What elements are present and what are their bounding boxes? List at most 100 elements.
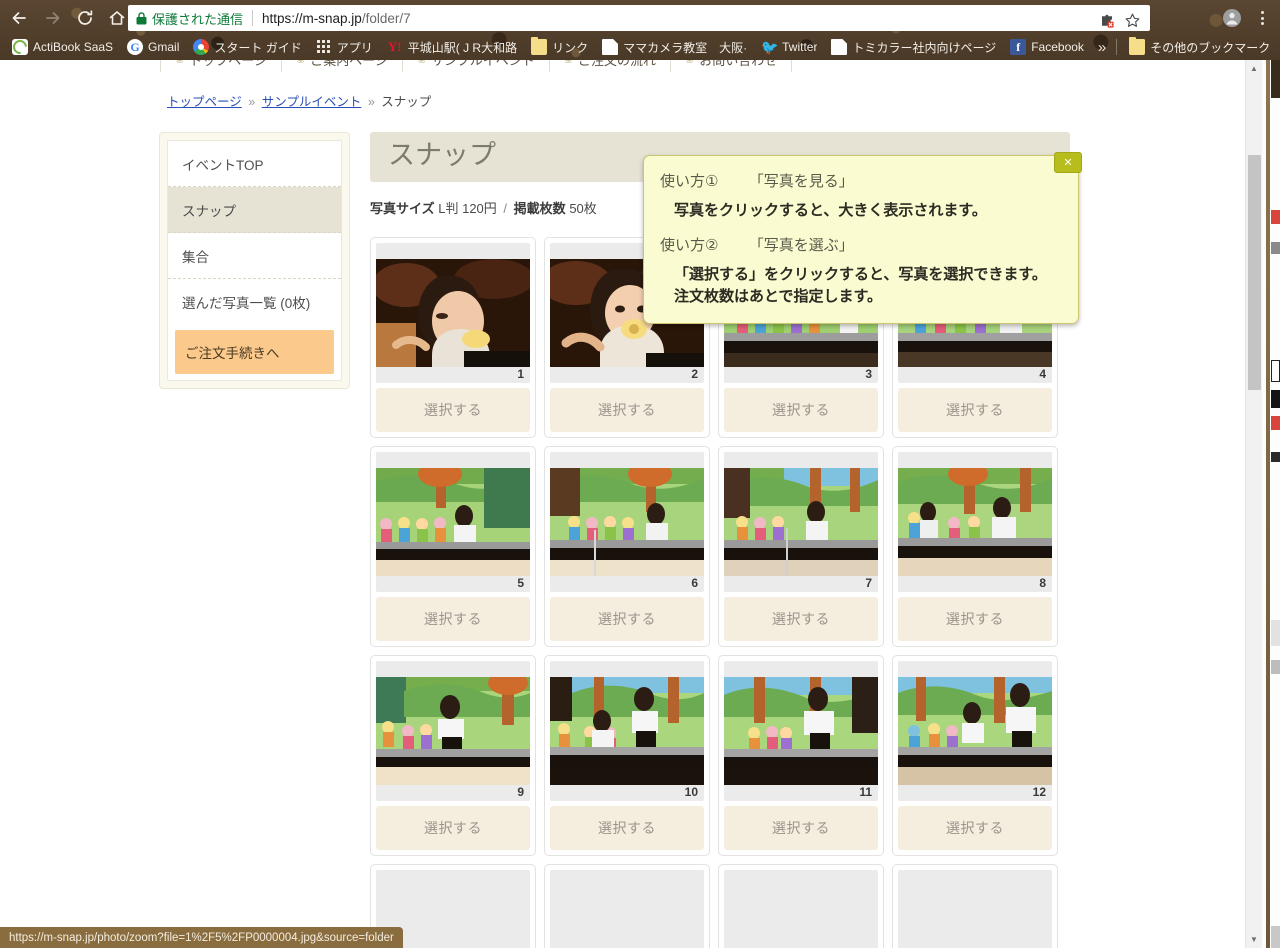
photo-thumbnail-wrap[interactable] <box>550 870 704 948</box>
other-bookmarks-button[interactable]: その他のブックマーク <box>1123 36 1276 58</box>
scrollbar-thumb[interactable] <box>1248 155 1261 390</box>
photo-thumbnail-wrap[interactable]: 7 <box>724 452 878 593</box>
close-icon[interactable]: ✕ <box>1054 152 1082 173</box>
topnav-label: お問い合わせ <box>699 60 778 68</box>
photo-thumbnail-wrap[interactable]: 8 <box>898 452 1052 593</box>
photo-thumbnail-wrap[interactable]: 6 <box>550 452 704 593</box>
reload-icon[interactable] <box>73 6 97 30</box>
bookmark-link[interactable]: リンク <box>525 36 594 58</box>
photo-number: 11 <box>859 785 872 800</box>
topnav-item-0[interactable]: ❀ トップページ <box>160 60 282 72</box>
url-path: /folder/7 <box>361 10 411 26</box>
page-viewport: ❀ トップページ ❀ ご案内ページ ❀ サンプルイベント ❀ ご注文の流れ ❀ <box>0 60 1262 948</box>
photo-number: 2 <box>691 367 698 382</box>
sidebar-item-group[interactable]: 集合 <box>168 233 341 279</box>
topnav-item-4[interactable]: ❀ お問い合わせ <box>671 60 793 72</box>
page-scrollbar[interactable]: ▲ ▼ <box>1245 60 1262 948</box>
bookmark-start-guide[interactable]: スタート ガイド <box>187 36 307 58</box>
photo-thumbnail[interactable] <box>898 677 1052 786</box>
bookmark-tomicolor-internal[interactable]: トミカラー社内向けページ <box>825 36 1002 58</box>
topnav-item-2[interactable]: ❀ サンプルイベント <box>403 60 550 72</box>
site-global-nav: ❀ トップページ ❀ ご案内ページ ❀ サンプルイベント ❀ ご注文の流れ ❀ <box>0 60 1262 72</box>
tooltip-section2-heading: 使い方② 「写真を選ぶ」 <box>660 234 1062 255</box>
select-photo-button[interactable]: 選択する <box>898 597 1052 642</box>
sidebar-item-selected-photos[interactable]: 選んだ写真一覧 (0枚) <box>168 279 341 324</box>
photo-thumbnail[interactable] <box>376 259 530 368</box>
select-photo-button[interactable]: 選択する <box>724 806 878 851</box>
select-photo-button[interactable]: 選択する <box>550 597 704 642</box>
photo-thumbnail-wrap[interactable] <box>898 870 1052 948</box>
sidebar-item-event-top[interactable]: イベントTOP <box>168 141 341 187</box>
select-photo-button[interactable]: 選択する <box>376 388 530 433</box>
photo-thumbnail[interactable] <box>376 677 530 786</box>
sidebar-item-snap[interactable]: スナップ <box>168 187 341 233</box>
select-photo-button[interactable]: 選択する <box>550 806 704 851</box>
photo-number: 10 <box>684 785 698 800</box>
select-photo-button[interactable]: 選択する <box>724 388 878 433</box>
select-photo-button[interactable]: 選択する <box>898 806 1052 851</box>
photo-card[interactable] <box>718 864 884 948</box>
photo-thumbnail-wrap[interactable]: 10 <box>550 661 704 802</box>
actibook-icon <box>12 39 28 55</box>
photo-thumbnail-wrap[interactable] <box>724 870 878 948</box>
extension-puzzle-icon[interactable] <box>1099 12 1116 31</box>
photo-card[interactable]: 6 選択する <box>544 446 710 648</box>
scroll-down-arrow-icon[interactable]: ▼ <box>1246 931 1262 948</box>
profile-avatar-icon[interactable] <box>1220 6 1244 30</box>
select-photo-button[interactable]: 選択する <box>376 806 530 851</box>
bookmark-actibook-saas[interactable]: ActiBook SaaS <box>6 36 119 58</box>
photo-card[interactable]: 12 選択する <box>892 655 1058 857</box>
select-photo-button[interactable]: 選択する <box>550 388 704 433</box>
photo-thumbnail[interactable] <box>724 677 878 786</box>
forward-arrow-icon <box>41 6 65 30</box>
bookmark-twitter[interactable]: 🐦 Twitter <box>755 36 823 58</box>
bookmark-gmail[interactable]: G Gmail <box>121 36 185 58</box>
address-bar[interactable]: 保護された通信 https://m-snap.jp/folder/7 <box>128 5 1150 31</box>
bookmark-label: アプリ <box>336 40 373 55</box>
folder-icon <box>531 37 548 55</box>
photo-thumbnail[interactable] <box>724 468 878 577</box>
topnav-item-3[interactable]: ❀ ご注文の流れ <box>550 60 672 72</box>
photo-card[interactable]: 1 選択する <box>370 237 536 439</box>
photo-card[interactable]: 10 選択する <box>544 655 710 857</box>
photo-card[interactable]: 8 選択する <box>892 446 1058 648</box>
scroll-up-arrow-icon[interactable]: ▲ <box>1246 60 1262 77</box>
photo-thumbnail[interactable] <box>898 468 1052 577</box>
photo-card[interactable]: 9 選択する <box>370 655 536 857</box>
photo-card[interactable] <box>892 864 1058 948</box>
photo-thumbnail-wrap[interactable]: 9 <box>376 661 530 802</box>
bookmark-narayama-station[interactable]: Y! 平城山駅( J R大和路 <box>381 36 523 58</box>
photo-card[interactable] <box>544 864 710 948</box>
bookmark-label: 平城山駅( J R大和路 <box>407 40 518 55</box>
bookmark-star-icon[interactable] <box>1124 12 1141 31</box>
home-icon[interactable] <box>105 6 129 30</box>
background-window-sliver[interactable] <box>1262 60 1280 948</box>
photo-thumbnail[interactable] <box>376 468 530 577</box>
photo-number: 7 <box>865 576 872 591</box>
photo-thumbnail-wrap[interactable]: 5 <box>376 452 530 593</box>
breadcrumb-link-top[interactable]: トップページ <box>167 95 242 109</box>
photo-thumbnail[interactable] <box>550 468 704 577</box>
bookmark-mamacamera-class[interactable]: ママカメラ教室 大阪· <box>596 36 753 58</box>
sidebar-list: イベントTOP スナップ 集合 選んだ写真一覧 (0枚) ご注文手続きへ <box>167 140 342 381</box>
photo-thumbnail-wrap[interactable]: 12 <box>898 661 1052 802</box>
topnav-item-1[interactable]: ❀ ご案内ページ <box>282 60 403 72</box>
select-photo-button[interactable]: 選択する <box>898 388 1052 433</box>
photo-card[interactable]: 5 選択する <box>370 446 536 648</box>
bookmark-facebook[interactable]: f Facebook <box>1004 36 1090 58</box>
photo-card[interactable]: 7 選択する <box>718 446 884 648</box>
select-photo-button[interactable]: 選択する <box>724 597 878 642</box>
photo-thumbnail-wrap[interactable]: 1 <box>376 243 530 384</box>
photo-card[interactable]: 11 選択する <box>718 655 884 857</box>
bookmark-apps[interactable]: アプリ <box>310 36 379 58</box>
photo-thumbnail[interactable] <box>550 677 704 786</box>
bookmarks-overflow-chevron[interactable]: » <box>1098 39 1106 56</box>
chrome-icon <box>193 39 210 55</box>
breadcrumb-link-event[interactable]: サンプルイベント <box>262 95 362 109</box>
chrome-menu-icon[interactable] <box>1250 6 1274 30</box>
select-photo-button[interactable]: 選択する <box>376 597 530 642</box>
back-arrow-icon[interactable] <box>7 6 31 30</box>
flower-bullet-icon: ❀ <box>685 60 694 66</box>
photo-thumbnail-wrap[interactable]: 11 <box>724 661 878 802</box>
sidebar-item-checkout[interactable]: ご注文手続きへ <box>175 330 334 374</box>
